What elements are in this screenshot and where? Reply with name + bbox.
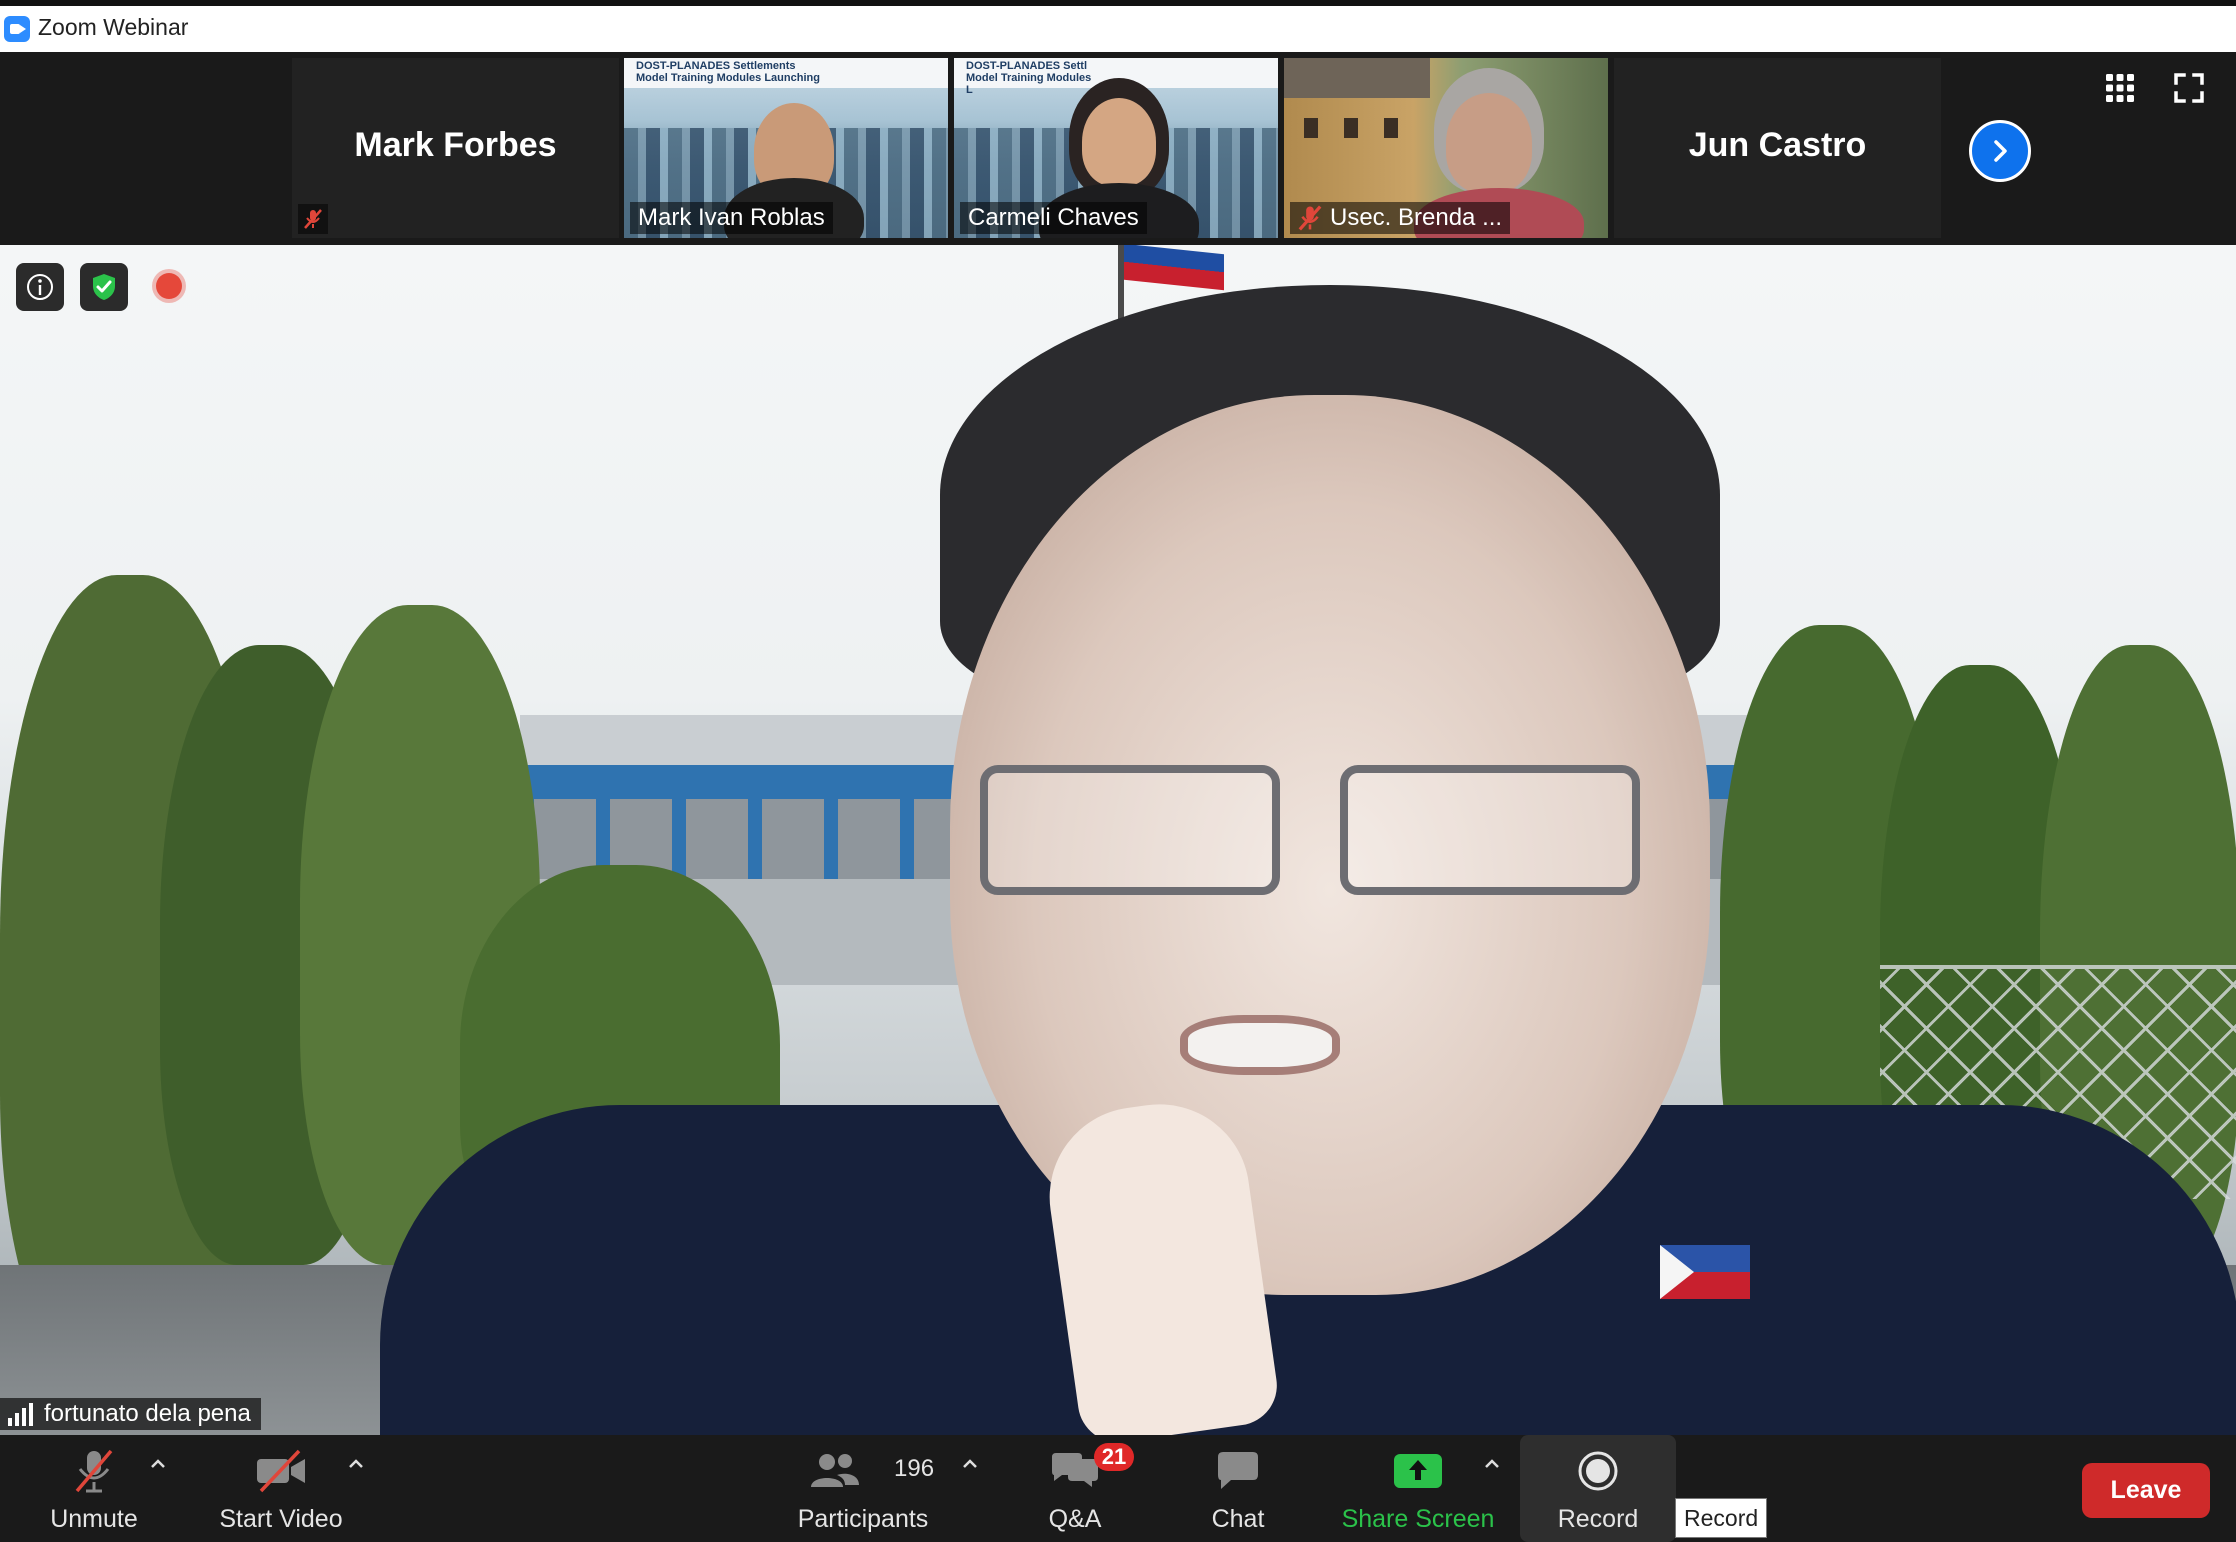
meeting-info-button[interactable]	[16, 263, 64, 311]
fullscreen-icon[interactable]	[2173, 72, 2205, 104]
chevron-right-icon	[1994, 140, 2007, 162]
microphone-muted-icon	[75, 1449, 113, 1493]
encryption-status-button[interactable]	[80, 263, 128, 311]
recording-indicator-icon	[156, 273, 182, 299]
background-banner-text: DOST-PLANADES Settl Model Training Modul…	[966, 60, 1092, 96]
participants-button[interactable]: Participants	[790, 1435, 936, 1542]
info-icon	[27, 274, 53, 300]
participant-tile[interactable]: DOST-PLANADES Settlements Model Training…	[624, 58, 948, 238]
record-tooltip: Record	[1675, 1498, 1768, 1538]
record-button[interactable]: Record	[1520, 1435, 1676, 1542]
signal-strength-icon	[8, 1403, 33, 1426]
video-options-caret[interactable]	[344, 1449, 368, 1477]
participant-name-label: Mark Ivan Roblas	[630, 202, 833, 234]
share-screen-icon	[1394, 1454, 1442, 1488]
speaker-glasses	[960, 765, 1660, 915]
leave-button[interactable]: Leave	[2082, 1463, 2210, 1518]
chat-label: Chat	[1211, 1505, 1265, 1533]
participant-name-label: Carmeli Chaves	[960, 202, 1147, 234]
audio-options-caret[interactable]	[146, 1449, 170, 1477]
background-banner: DOST-PLANADES Settlements Model Training…	[624, 58, 948, 88]
participant-name-label: Usec. Brenda ...	[1290, 202, 1511, 234]
window-title-bar: Zoom Webinar	[0, 0, 2236, 52]
participant-name: Usec. Brenda ...	[1330, 204, 1503, 231]
chevron-up-icon	[963, 1459, 977, 1468]
record-icon	[1578, 1451, 1618, 1491]
speaker-name-label: fortunato dela pena	[0, 1398, 261, 1430]
chevron-up-icon	[151, 1459, 165, 1468]
start-video-button[interactable]: Start Video	[208, 1435, 354, 1542]
window-title: Zoom Webinar	[38, 14, 189, 40]
meeting-toolbar: Unmute Start Video Participants 196 Q&A …	[0, 1435, 2236, 1542]
share-options-caret[interactable]	[1480, 1449, 1504, 1477]
video-camera-off-icon	[257, 1449, 305, 1493]
participants-count: 196	[894, 1455, 935, 1482]
participant-tile[interactable]: DOST-PLANADES Settl Model Training Modul…	[954, 58, 1278, 238]
background-banner-text: DOST-PLANADES Settlements Model Training…	[636, 60, 820, 84]
share-screen-label: Share Screen	[1341, 1505, 1495, 1533]
chat-icon	[1218, 1452, 1258, 1489]
gallery-view-icon[interactable]	[2104, 72, 2136, 104]
shield-check-icon	[93, 274, 115, 300]
qa-label: Q&A	[1048, 1505, 1102, 1533]
start-video-label: Start Video	[219, 1505, 343, 1533]
flag	[1124, 245, 1224, 291]
active-speaker-video: fortunato dela pena	[0, 245, 2236, 1435]
qa-unread-badge: 21	[1094, 1443, 1134, 1471]
participant-name: Mark Forbes	[354, 126, 557, 164]
unmute-button[interactable]: Unmute	[30, 1435, 158, 1542]
next-page-button[interactable]	[1969, 120, 2031, 182]
muted-mic-icon	[1298, 205, 1322, 231]
flag-pin	[1660, 1245, 1750, 1299]
chat-button[interactable]: Chat	[1190, 1435, 1286, 1542]
record-label: Record	[1557, 1505, 1639, 1533]
zoom-app-icon	[4, 16, 30, 42]
muted-mic-icon	[298, 204, 328, 234]
participants-icon	[811, 1454, 859, 1487]
unmute-label: Unmute	[50, 1505, 138, 1533]
participants-options-caret[interactable]	[958, 1449, 982, 1477]
participant-tile[interactable]: Usec. Brenda ...	[1284, 58, 1608, 238]
share-screen-button[interactable]: Share Screen	[1340, 1435, 1496, 1542]
chevron-up-icon	[1485, 1459, 1499, 1468]
participant-thumbnail-strip: Mark Forbes DOST-PLANADES Settlements Mo…	[0, 52, 2236, 245]
participant-name: Jun Castro	[1688, 126, 1867, 164]
participant-tile[interactable]: Mark Forbes	[292, 58, 619, 238]
speaker-name: fortunato dela pena	[44, 1400, 251, 1427]
participants-label: Participants	[797, 1505, 929, 1533]
participant-tile[interactable]: Jun Castro	[1614, 58, 1941, 238]
chevron-up-icon	[349, 1459, 363, 1468]
